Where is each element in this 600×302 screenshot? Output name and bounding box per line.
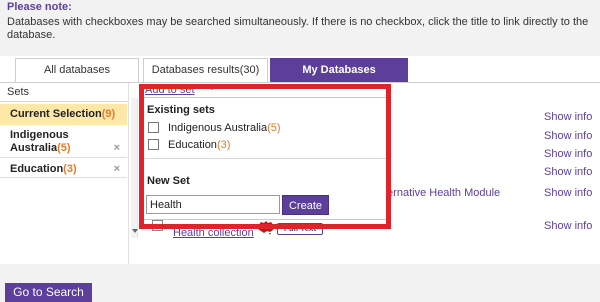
show-info-link[interactable]: Show info	[544, 148, 592, 160]
scroll-down-arrow-icon[interactable]	[132, 229, 138, 233]
set-indigenous-australia[interactable]: Indigenous Australia(5) ×	[0, 128, 127, 158]
tab-all-databases[interactable]: All databases	[15, 58, 139, 82]
full-text-badge[interactable]: Full Text	[277, 223, 323, 235]
database-checkbox[interactable]	[152, 220, 163, 231]
set-label: Current Selection	[10, 108, 102, 120]
existing-sets-heading: Existing sets	[147, 104, 215, 116]
show-info-link[interactable]: Show info	[544, 130, 592, 142]
results-scrollbar[interactable]	[131, 98, 138, 238]
go-to-search-button[interactable]: Go to Search	[5, 283, 92, 302]
close-icon[interactable]: ×	[114, 160, 120, 178]
existing-set-label: Education(3)	[168, 139, 230, 151]
show-info-link[interactable]: Show info	[544, 166, 592, 178]
existing-set-count: (5)	[267, 122, 281, 134]
tab-databases-results[interactable]: Databases results(30)	[143, 58, 268, 82]
existing-set-name: Education	[168, 139, 217, 151]
set-count: (9)	[101, 108, 116, 120]
note-text: Databases with checkboxes may be searche…	[7, 16, 589, 41]
tab-my-databases[interactable]: My Databases	[270, 58, 408, 82]
set-count: (5)	[57, 142, 71, 154]
set-checkbox-education[interactable]	[148, 139, 159, 150]
note-title: Please note:	[7, 1, 72, 13]
sets-divider	[128, 83, 129, 264]
set-label: Education	[10, 163, 64, 175]
add-to-set-popup: Existing sets Indigenous Australia(5) Ed…	[141, 97, 388, 220]
set-education[interactable]: Education(3) ×	[0, 160, 127, 178]
existing-set-count: (3)	[216, 139, 231, 151]
add-to-set-button[interactable]: Add to set	[145, 84, 195, 96]
add-to-set-bar: Add to set	[130, 83, 520, 97]
show-info-link[interactable]: Show info	[544, 187, 592, 199]
show-info-link[interactable]: Show info	[544, 220, 592, 232]
new-set-name-input[interactable]	[146, 195, 280, 214]
set-count: (3)	[63, 163, 77, 175]
existing-set-label: Indigenous Australia(5)	[168, 122, 281, 134]
create-set-button[interactable]: Create	[282, 195, 329, 215]
sets-header: Sets	[0, 83, 128, 102]
new-set-heading: New Set	[147, 175, 190, 187]
caret-down-icon[interactable]	[208, 86, 216, 90]
close-icon[interactable]: ×	[114, 142, 120, 155]
database-title-link[interactable]: ternative Health Module	[384, 187, 500, 199]
set-checkbox-indigenous-australia[interactable]	[148, 122, 159, 133]
note-area: Please note: Databases with checkboxes m…	[0, 0, 600, 56]
set-current-selection[interactable]: Current Selection(9)	[0, 104, 127, 125]
existing-set-name: Indigenous Australia	[168, 122, 268, 134]
popup-divider	[142, 158, 387, 159]
show-info-link[interactable]: Show info	[544, 111, 592, 123]
database-title-link[interactable]: Health collection	[173, 227, 254, 239]
australia-map-icon	[258, 221, 274, 235]
